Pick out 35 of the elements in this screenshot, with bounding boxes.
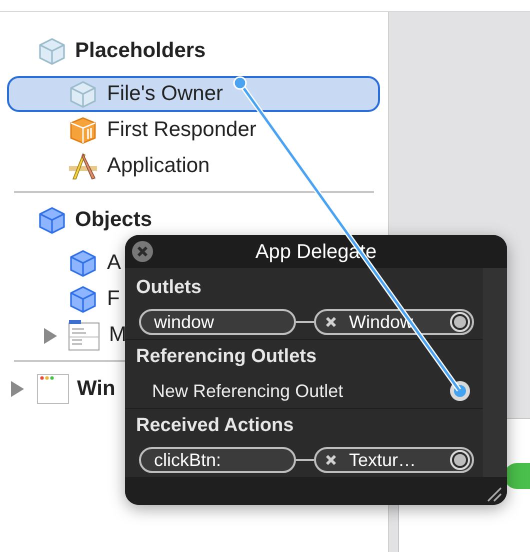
connection-circle-icon[interactable] [450,450,470,470]
menu-document-icon [68,319,100,351]
cube-icon [68,79,98,109]
cube-icon [37,205,67,235]
new-outlet-label: New Referencing Outlet [152,380,344,403]
outlet-name-pill: window [139,309,296,335]
close-icon[interactable] [325,454,337,466]
collapsed-triangle-icon[interactable] [10,381,24,397]
outline-item[interactable]: First Responder [7,112,260,148]
group-title: Win [77,376,116,402]
box-icon [68,115,98,145]
close-icon[interactable] [325,316,337,328]
connection-circle-icon[interactable] [450,312,470,332]
close-button[interactable] [132,241,153,262]
cube-icon [68,248,98,278]
outline-item[interactable]: File's Owner [7,76,380,112]
section-heading: Received Actions [136,414,294,438]
connection-circle-icon[interactable] [449,380,471,402]
window-icon [37,374,69,404]
app-tools-icon [68,151,98,181]
section-heading: Referencing Outlets [136,344,317,369]
section-heading: Outlets [136,276,202,300]
outline-item[interactable]: M [7,317,130,353]
group-title: Objects [75,207,152,234]
outline-item[interactable]: Application [7,148,214,184]
close-icon [137,246,148,257]
outlet-name-pill: clickBtn: [139,447,296,473]
collapsed-triangle-icon[interactable] [43,328,57,344]
resize-grip-icon[interactable] [486,486,502,502]
connection-target-pill[interactable]: Textur… [314,447,474,473]
outline-item[interactable]: F [7,281,124,317]
group-title: Placeholders [75,38,206,64]
cube-icon [37,36,67,66]
outline-item[interactable]: A [7,245,126,281]
cube-icon [68,284,98,314]
